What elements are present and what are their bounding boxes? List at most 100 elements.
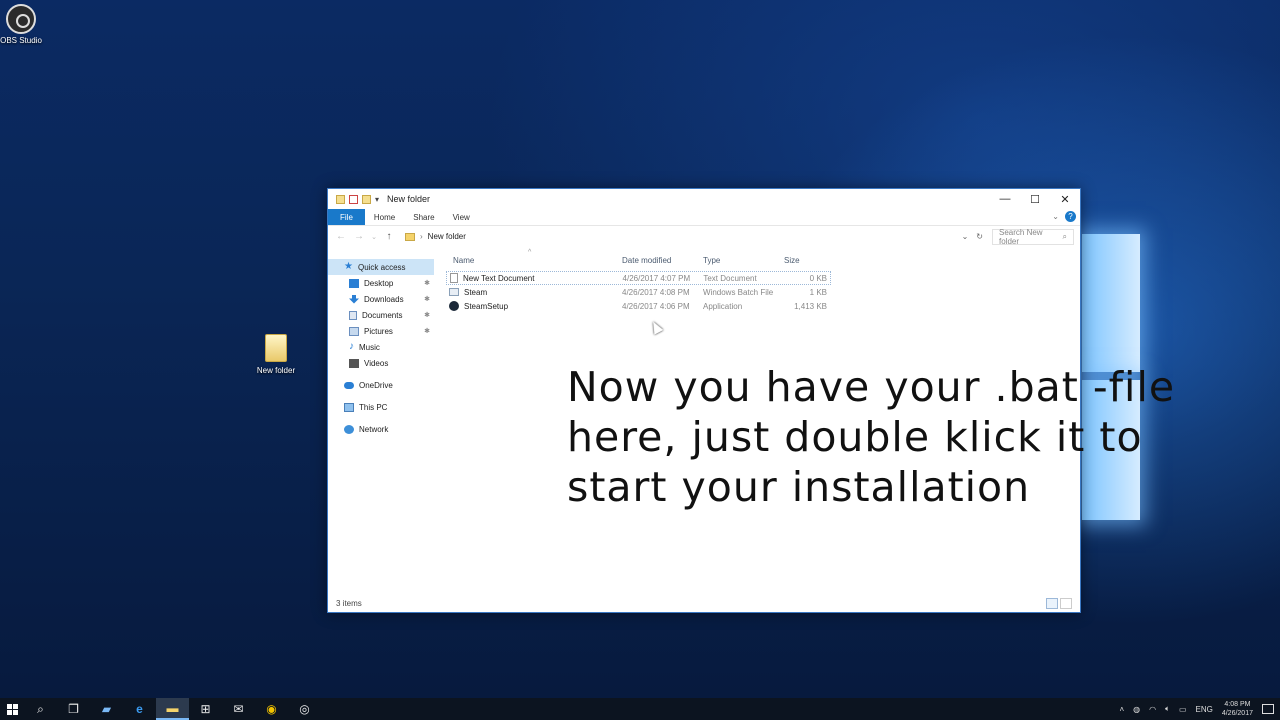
- keyboard-icon[interactable]: ▭: [1179, 705, 1187, 714]
- sidebar-item-label: OneDrive: [359, 380, 393, 390]
- sidebar-item-label: Music: [359, 342, 380, 352]
- expand-ribbon-icon[interactable]: ⌄: [1052, 212, 1059, 221]
- chevron-down-icon[interactable]: ⌄: [962, 232, 969, 241]
- column-header-size[interactable]: Size: [784, 256, 830, 265]
- sidebar-item-network[interactable]: Network: [328, 421, 434, 437]
- windows-start-icon: [6, 703, 18, 715]
- show-hidden-icons-icon[interactable]: ˄: [1119, 705, 1124, 714]
- forward-button[interactable]: →: [352, 231, 366, 242]
- file-type: Windows Batch File: [703, 287, 774, 297]
- obs-icon: ◎: [299, 702, 310, 716]
- pin-icon[interactable]: ✱: [424, 295, 430, 303]
- taskbar: ⌕ ❐ ▰ e ▬ ⊞ ✉ ◉ ◎ ˄ ◍ ◠ 🔈︎ ▭ ENG 4:08 PM…: [0, 698, 1280, 720]
- taskbar-app-mail[interactable]: ✉: [222, 698, 255, 720]
- desktop-icon-label: New folder: [256, 366, 296, 375]
- clock[interactable]: 4:08 PM 4/26/2017: [1222, 700, 1253, 718]
- sidebar-item-music[interactable]: ♪ Music: [328, 339, 434, 355]
- sidebar-item-label: Desktop: [364, 278, 394, 288]
- details-view-icon[interactable]: [1046, 597, 1058, 609]
- sidebar-item-videos[interactable]: Videos: [328, 355, 434, 371]
- computer-icon: [344, 402, 354, 412]
- back-button[interactable]: ←: [334, 231, 348, 242]
- taskbar-app-edge[interactable]: e: [123, 698, 156, 720]
- tab-file[interactable]: File: [328, 209, 365, 225]
- file-type: Text Document: [703, 273, 757, 283]
- search-input[interactable]: Search New folder ⌕: [992, 227, 1074, 246]
- column-header-date[interactable]: Date modified: [622, 256, 703, 265]
- network-icon: [344, 424, 354, 434]
- maximize-button[interactable]: ☐: [1020, 189, 1050, 209]
- desktop-icon: [349, 278, 359, 288]
- file-row[interactable]: New Text Document 4/26/2017 4:07 PM Text…: [446, 271, 831, 285]
- folder-icon: [336, 194, 345, 204]
- file-date: 4/26/2017 4:08 PM: [622, 287, 690, 297]
- tab-home[interactable]: Home: [365, 209, 404, 225]
- start-button[interactable]: [0, 698, 24, 720]
- language-indicator[interactable]: ENG: [1196, 705, 1213, 714]
- volume-icon[interactable]: 🔈︎: [1165, 704, 1170, 714]
- taskbar-app-obs[interactable]: ◎: [288, 698, 321, 720]
- clock-date: 4/26/2017: [1221, 710, 1253, 717]
- up-button[interactable]: ↑: [382, 231, 396, 242]
- sidebar-item-quick-access[interactable]: ★ Quick access: [328, 259, 434, 275]
- steam-tray-icon[interactable]: ◍: [1133, 705, 1140, 714]
- taskbar-app-file-explorer[interactable]: ▬: [156, 698, 189, 720]
- tab-share[interactable]: Share: [404, 209, 443, 225]
- column-header-type[interactable]: Type: [703, 256, 784, 265]
- search-button[interactable]: ⌕: [24, 698, 57, 720]
- sidebar-item-this-pc[interactable]: This PC: [328, 399, 434, 415]
- tab-view[interactable]: View: [444, 209, 479, 225]
- taskbar-app-chrome[interactable]: ◉: [255, 698, 288, 720]
- column-header-name[interactable]: Name: [446, 256, 622, 265]
- search-icon: ⌕: [1062, 231, 1067, 241]
- star-icon: ★: [344, 261, 353, 272]
- system-tray: ˄ ◍ ◠ 🔈︎ ▭ ENG 4:08 PM 4/26/2017: [1119, 698, 1280, 720]
- customize-toolbar-icon[interactable]: ▾: [375, 195, 379, 204]
- refresh-icon[interactable]: ↻: [976, 232, 983, 241]
- sidebar-item-desktop[interactable]: Desktop ✱: [328, 275, 434, 291]
- chrome-icon: ◉: [266, 702, 277, 716]
- desktop-icon-new-folder[interactable]: New folder: [252, 334, 300, 375]
- navigation-pane: ★ Quick access Desktop ✱ Downloads ✱ Doc…: [328, 249, 434, 594]
- properties-icon[interactable]: [349, 194, 358, 204]
- new-folder-icon[interactable]: [362, 194, 371, 204]
- sort-ascending-icon: ^: [528, 249, 532, 256]
- task-view-button[interactable]: ❐: [57, 698, 90, 720]
- sidebar-item-onedrive[interactable]: OneDrive: [328, 377, 434, 393]
- pin-icon[interactable]: ✱: [424, 279, 430, 287]
- title-bar[interactable]: ▾ New folder — ☐ ✕: [328, 189, 1080, 209]
- sidebar-item-downloads[interactable]: Downloads ✱: [328, 291, 434, 307]
- action-center-icon[interactable]: [1262, 704, 1274, 714]
- search-icon: ⌕: [37, 701, 44, 716]
- minimize-button[interactable]: —: [990, 189, 1020, 209]
- file-name: Steam: [464, 287, 488, 297]
- close-button[interactable]: ✕: [1050, 189, 1080, 209]
- taskbar-app-store[interactable]: ⊞: [189, 698, 222, 720]
- documents-icon: [349, 310, 357, 320]
- file-row[interactable]: Steam 4/26/2017 4:08 PM Windows Batch Fi…: [446, 285, 1080, 299]
- file-row[interactable]: SteamSetup 4/26/2017 4:06 PM Application…: [446, 299, 1080, 313]
- breadcrumb-current[interactable]: New folder: [428, 232, 466, 241]
- file-size: 0 KB: [809, 273, 827, 283]
- caption-line: start your installation: [567, 463, 1031, 511]
- taskbar-app-pinned[interactable]: ▰: [90, 698, 123, 720]
- store-icon: ⊞: [200, 702, 211, 716]
- network-wifi-icon[interactable]: ◠: [1149, 705, 1156, 714]
- large-icons-view-icon[interactable]: [1060, 597, 1072, 609]
- edge-icon: e: [136, 702, 143, 716]
- help-button[interactable]: ?: [1065, 211, 1076, 222]
- sidebar-item-documents[interactable]: Documents ✱: [328, 307, 434, 323]
- sidebar-item-pictures[interactable]: Pictures ✱: [328, 323, 434, 339]
- recent-locations-button[interactable]: ⌄: [370, 233, 378, 241]
- file-list-pane: ^ Name Date modified Type Size New Text …: [434, 249, 1174, 594]
- pin-icon[interactable]: ✱: [424, 311, 430, 319]
- address-bar[interactable]: › New folder ⌄ ↻: [400, 228, 988, 245]
- file-explorer-window: ▾ New folder — ☐ ✕ File Home Share View …: [327, 188, 1174, 613]
- videos-icon: [349, 358, 359, 368]
- pin-icon[interactable]: ✱: [424, 327, 430, 335]
- batch-file-icon: [449, 288, 459, 296]
- search-placeholder: Search New folder: [999, 227, 1043, 246]
- item-count: 3 items: [336, 598, 362, 608]
- desktop-icon-obs-studio[interactable]: OBS Studio: [0, 4, 42, 45]
- chevron-right-icon[interactable]: ›: [420, 232, 423, 241]
